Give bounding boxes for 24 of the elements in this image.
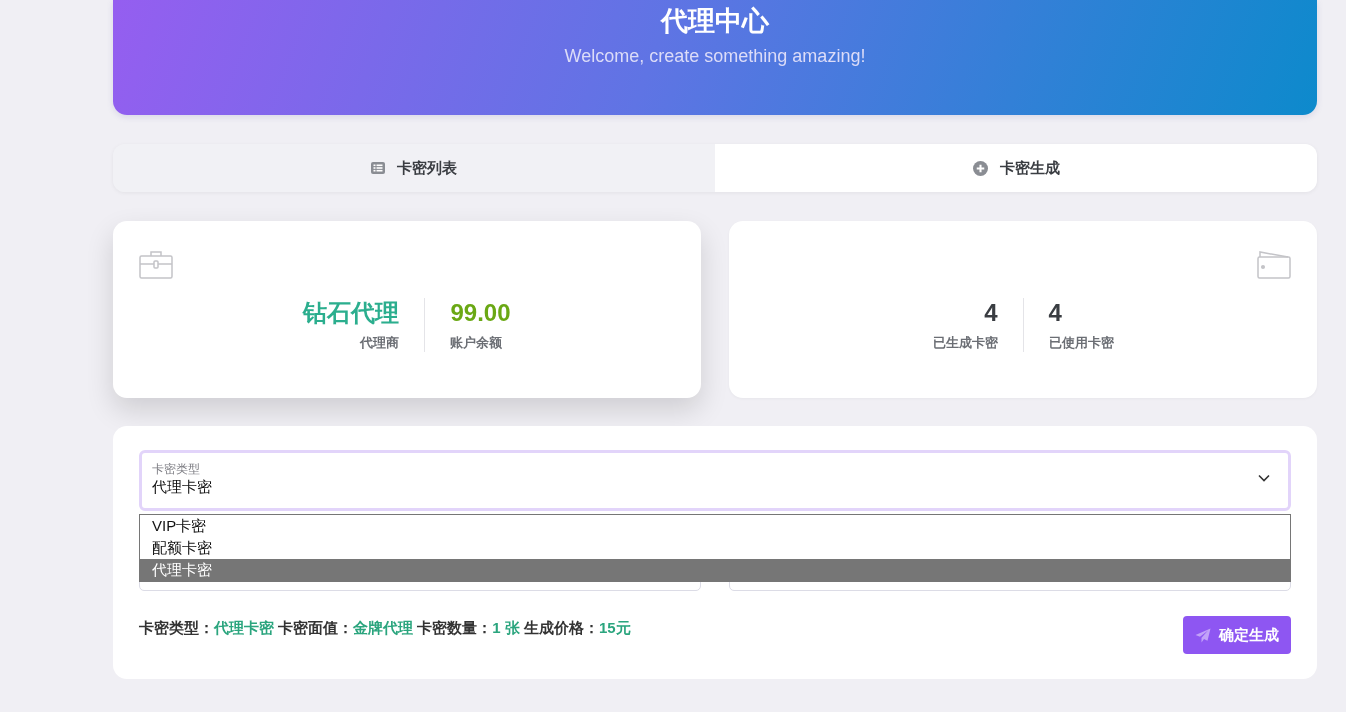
dropdown-option[interactable]: 配额卡密 bbox=[140, 537, 1290, 559]
welcome-subtitle: Welcome, create something amazing! bbox=[564, 45, 866, 67]
stat-value: 4 bbox=[1048, 298, 1063, 328]
generate-button[interactable]: 确定生成 bbox=[1183, 616, 1291, 654]
tab[interactable]: 卡密生成 bbox=[715, 144, 1317, 192]
plus-circle-icon bbox=[972, 160, 988, 176]
stat-label: 已生成卡密 bbox=[932, 334, 998, 352]
summary-text: 卡密类型：代理卡密 卡密面值：金牌代理 卡密数量：1 张 生成价格：15元 bbox=[139, 618, 631, 638]
dropdown-option[interactable]: 代理卡密 bbox=[140, 559, 1290, 581]
dropdown-option[interactable]: VIP卡密 bbox=[140, 515, 1290, 537]
stat-value: 99.00 bbox=[450, 298, 511, 328]
briefcase-icon bbox=[139, 249, 173, 279]
stat-value: 4 bbox=[984, 298, 998, 328]
list-icon bbox=[371, 162, 385, 174]
stat-label: 账户余额 bbox=[450, 334, 504, 352]
card-type-select[interactable]: 卡密类型 代理卡密 bbox=[139, 450, 1291, 511]
stat-label: 代理商 bbox=[360, 334, 400, 352]
stat-label: 已使用卡密 bbox=[1048, 334, 1114, 352]
wallet-icon bbox=[1257, 249, 1291, 279]
stat-value: 钻石代理 bbox=[303, 298, 400, 328]
chevron-down-icon bbox=[1258, 474, 1270, 482]
page-title: 代理中心 bbox=[661, 5, 769, 38]
tab[interactable]: 卡密列表 bbox=[113, 144, 715, 192]
paper-plane-icon bbox=[1195, 627, 1211, 643]
